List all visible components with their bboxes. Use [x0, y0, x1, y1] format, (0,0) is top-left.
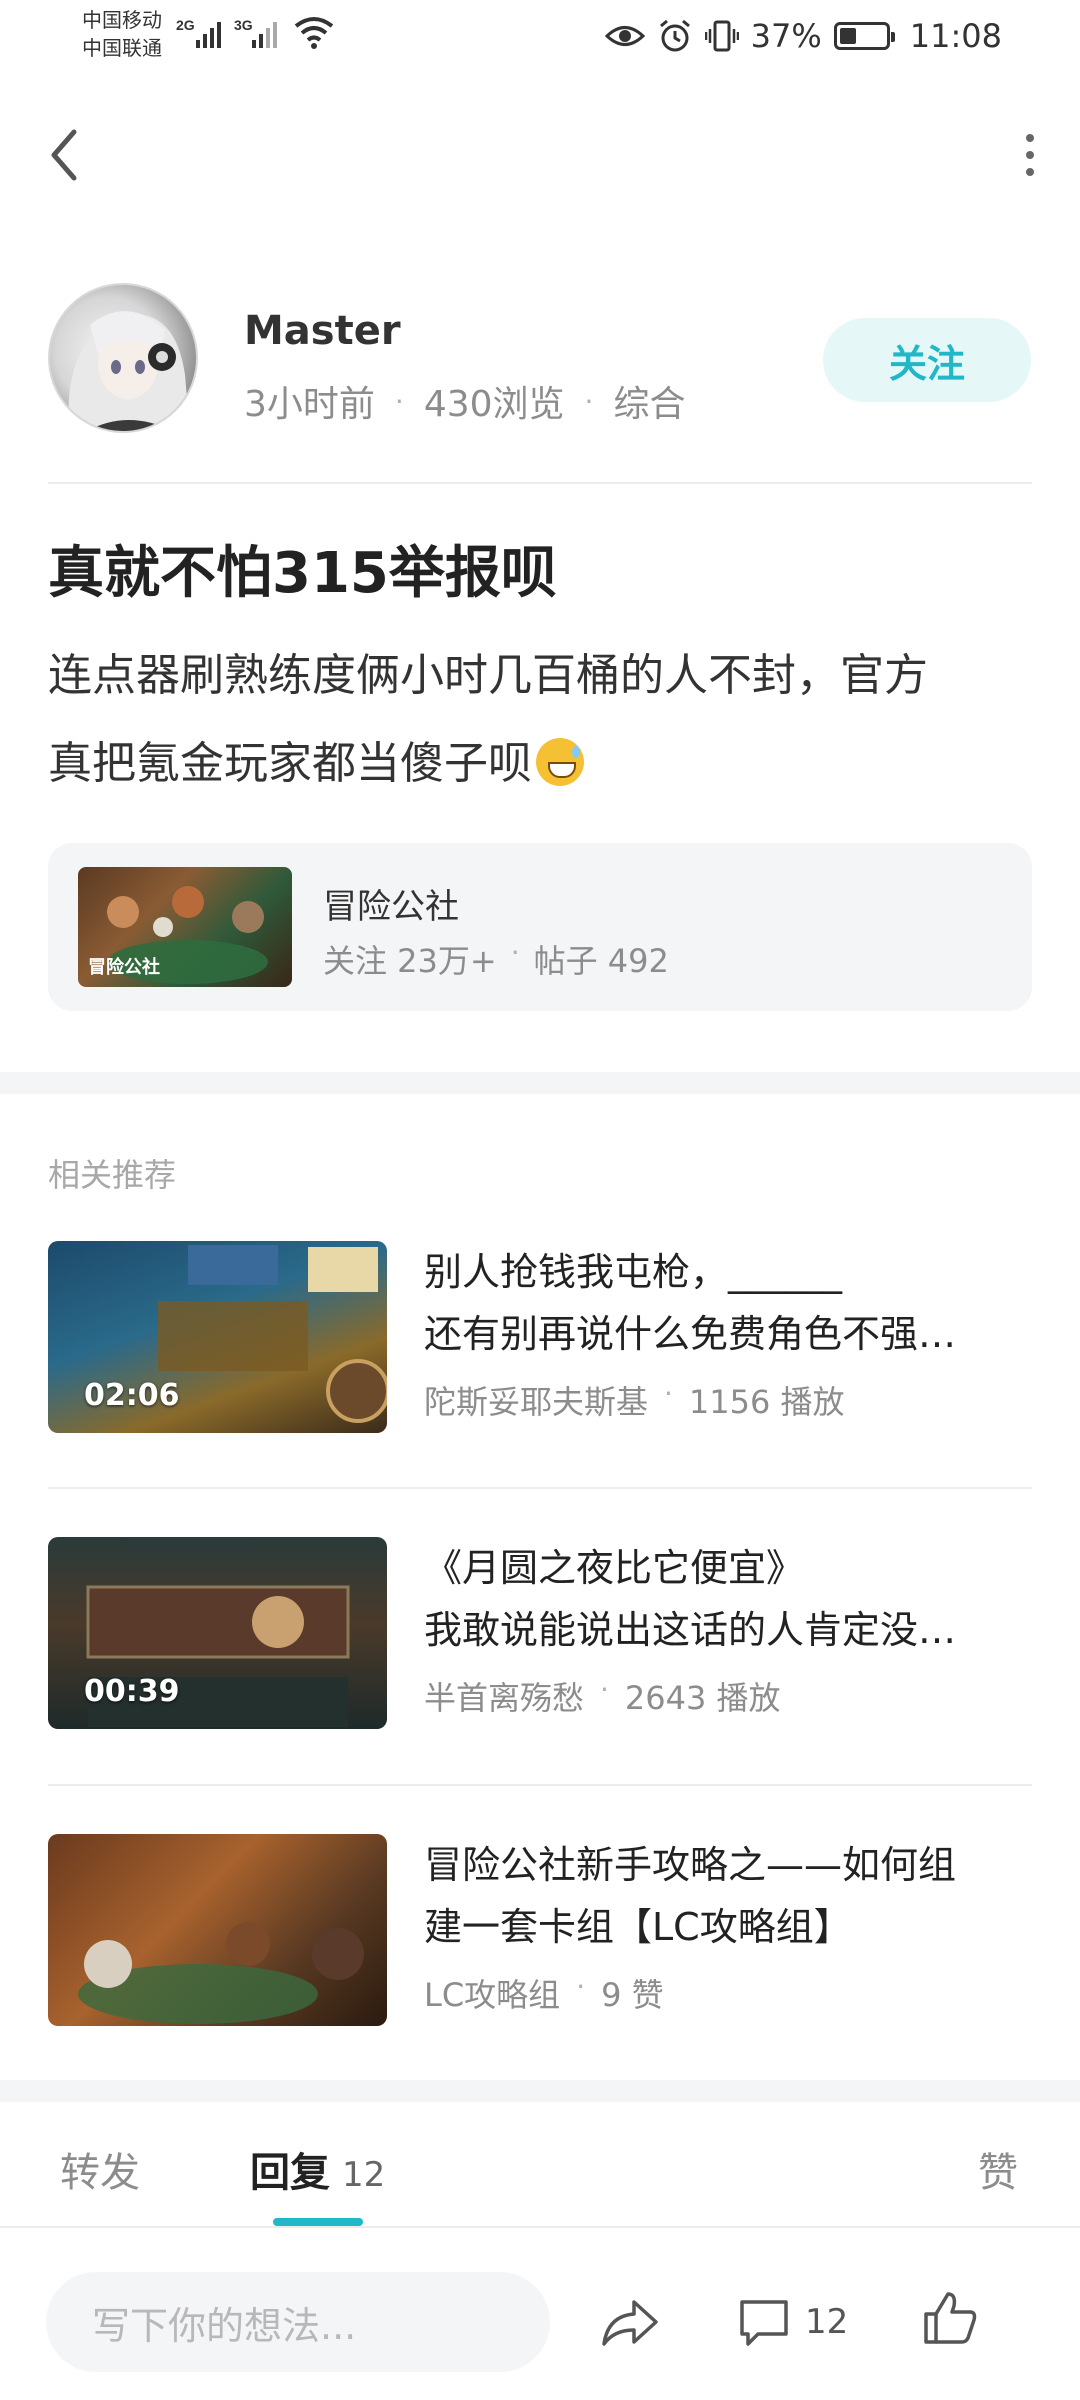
post-body-line: 真把氪金玩家都当傻子呗 — [48, 720, 1038, 808]
article-thumbnail — [48, 1834, 387, 2026]
section-divider — [0, 2080, 1080, 2102]
tab-reply-count: 12 — [342, 2155, 386, 2195]
tab-forward[interactable]: 转发 — [60, 2140, 140, 2198]
related-meta: 陀斯妥耶夫斯基 · 1156 播放 — [424, 1377, 845, 1423]
video-duration: 02:06 — [84, 1378, 180, 1413]
tab-reply[interactable]: 回复 12 — [250, 2140, 385, 2198]
related-stat: 1156 播放 — [688, 1383, 845, 1421]
related-meta: 半首离殇愁 · 2643 播放 — [424, 1673, 781, 1719]
more-options-icon[interactable] — [1010, 130, 1050, 180]
network-2g-label: 2G — [176, 17, 195, 33]
related-title-line: 建一套卡组【LC攻略组】 — [424, 1905, 852, 1949]
community-posts: 帖子 492 — [533, 942, 669, 980]
community-meta: 关注 23万+ · 帖子 492 — [323, 936, 669, 982]
carrier-2: 中国联通 — [82, 36, 162, 60]
follow-button[interactable]: 关注 — [823, 318, 1031, 402]
eye-icon — [604, 26, 645, 46]
author-name[interactable]: Master — [244, 308, 401, 354]
post-meta: 3小时前 · 430浏览 · 综合 — [244, 375, 685, 427]
vibrate-icon — [704, 20, 739, 52]
related-author: 半首离殇愁 — [424, 1679, 585, 1717]
community-card[interactable]: 冒险公社 冒险公社 关注 23万+ · 帖子 492 — [48, 843, 1032, 1011]
divider — [48, 1784, 1032, 1786]
active-tab-indicator — [273, 2218, 363, 2226]
bottom-bar: 写下你的想法... 12 — [0, 2240, 1080, 2400]
tab-reply-label: 回复 — [250, 2150, 330, 2196]
post-category: 综合 — [613, 384, 686, 425]
comment-count: 12 — [805, 2302, 849, 2342]
related-title: 《月圆之夜比它便宜》 我敢说能说出这话的人肯定没… — [424, 1537, 1032, 1661]
divider — [0, 2226, 1080, 2228]
related-title-line: 别人抢钱我屯枪，______ — [424, 1250, 843, 1294]
divider — [48, 1487, 1032, 1489]
back-arrow-icon[interactable] — [40, 120, 90, 190]
post-body-text: 真把氪金玩家都当傻子呗 — [48, 738, 532, 789]
related-item[interactable]: 冒险公社新手攻略之——如何组 建一套卡组【LC攻略组】 LC攻略组 · 9 赞 — [48, 1834, 1032, 2026]
status-right: 37% 11:08 — [604, 14, 1002, 58]
separator-dot: · — [664, 1377, 673, 1410]
post-time: 3小时前 — [244, 384, 375, 425]
related-title-line: 还有别再说什么免费角色不强… — [424, 1312, 957, 1356]
comment-icon[interactable] — [738, 2296, 790, 2348]
video-thumbnail: 02:06 — [48, 1241, 387, 1433]
wifi-icon — [294, 17, 334, 49]
related-author: 陀斯妥耶夫斯基 — [424, 1383, 649, 1421]
comment-input[interactable]: 写下你的想法... — [46, 2272, 550, 2372]
video-thumbnail: 00:39 — [48, 1537, 387, 1729]
related-title-line: 冒险公社新手攻略之——如何组 — [424, 1843, 957, 1887]
related-stat: 9 赞 — [601, 1976, 664, 2014]
like-icon[interactable] — [922, 2290, 978, 2346]
related-heading: 相关推荐 — [48, 1156, 177, 1194]
separator-dot: · — [584, 384, 594, 418]
section-divider — [0, 1072, 1080, 1094]
status-bar: 中国移动 中国联通 2G 3G 37% 11:08 — [0, 0, 1080, 72]
tab-like[interactable]: 赞 — [978, 2140, 1018, 2198]
signal-icon: 2G 3G — [176, 17, 277, 48]
network-3g-label: 3G — [234, 17, 253, 33]
community-logo: 冒险公社 — [88, 957, 160, 978]
related-title: 别人抢钱我屯枪，______ 还有别再说什么免费角色不强… — [424, 1241, 1032, 1365]
separator-dot: · — [576, 1970, 586, 2003]
battery-icon — [833, 22, 895, 50]
related-author: LC攻略组 — [424, 1976, 561, 2014]
post-body-line: 连点器刷熟练度俩小时几百桶的人不封，官方 — [48, 650, 928, 701]
related-title: 冒险公社新手攻略之——如何组 建一套卡组【LC攻略组】 — [424, 1834, 1032, 1958]
separator-dot: · — [510, 936, 520, 969]
community-thumbnail: 冒险公社 — [78, 867, 292, 987]
separator-dot: · — [394, 384, 404, 418]
related-item[interactable]: 02:06 别人抢钱我屯枪，______ 还有别再说什么免费角色不强… 陀斯妥耶… — [48, 1241, 1032, 1433]
carrier-info: 中国移动 中国联通 — [82, 6, 162, 62]
author-avatar[interactable] — [48, 283, 198, 433]
community-followers: 关注 23万+ — [323, 942, 497, 980]
alarm-icon — [659, 19, 690, 52]
view-count: 430浏览 — [423, 384, 565, 425]
battery-fill — [839, 28, 857, 44]
related-item[interactable]: 00:39 《月圆之夜比它便宜》 我敢说能说出这话的人肯定没… 半首离殇愁 · … — [48, 1537, 1032, 1729]
post-title: 真就不怕315举报呗 — [48, 541, 557, 606]
clock: 11:08 — [909, 17, 1002, 55]
separator-dot: · — [600, 1673, 609, 1706]
related-title-line: 我敢说能说出这话的人肯定没… — [424, 1608, 957, 1652]
sweat-smile-emoji-icon — [536, 738, 584, 786]
related-title-line: 《月圆之夜比它便宜》 — [424, 1546, 805, 1590]
community-name: 冒险公社 — [323, 887, 459, 927]
post-body: 连点器刷熟练度俩小时几百桶的人不封，官方 真把氪金玩家都当傻子呗 — [48, 632, 1038, 808]
carrier-1: 中国移动 — [82, 8, 162, 32]
related-stat: 2643 播放 — [624, 1679, 781, 1717]
related-meta: LC攻略组 · 9 赞 — [424, 1970, 664, 2016]
avatar-image — [68, 311, 190, 431]
divider — [48, 482, 1032, 484]
thumbnail-art — [78, 1922, 364, 2024]
video-duration: 00:39 — [84, 1674, 180, 1709]
share-icon[interactable] — [600, 2296, 660, 2348]
battery-percent: 37% — [750, 17, 822, 55]
